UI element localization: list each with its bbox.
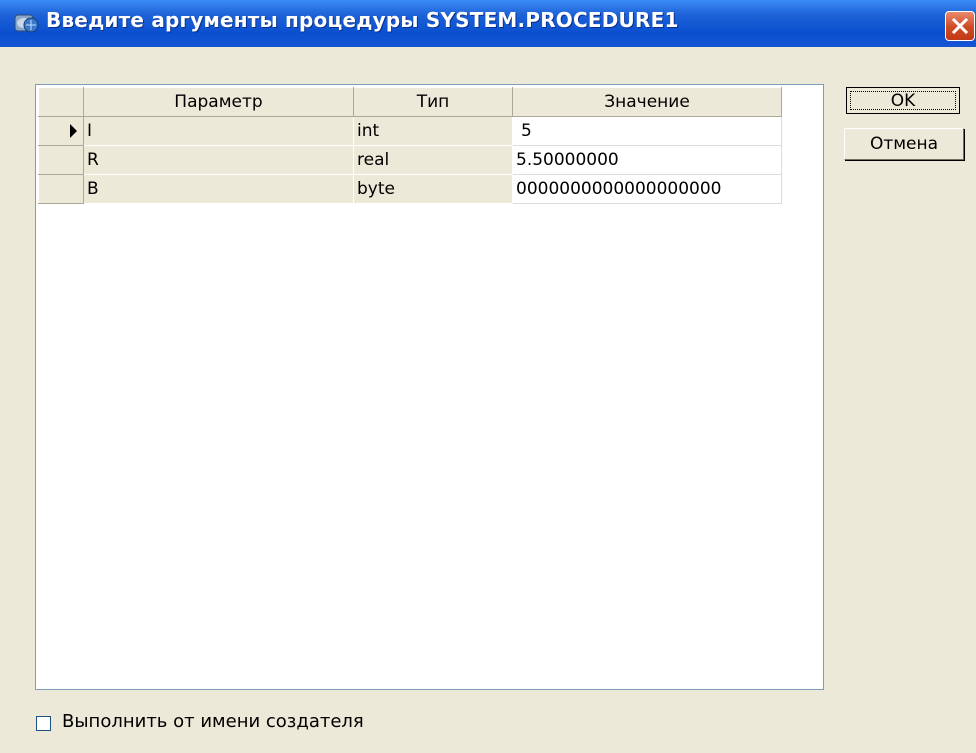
table-row[interactable]: B byte 0000000000000000000	[38, 174, 782, 204]
column-header-param[interactable]: Параметр	[83, 87, 354, 117]
value-cell[interactable]: 0000000000000000000	[512, 174, 782, 204]
cancel-button[interactable]: Отмена	[844, 128, 964, 160]
ok-button[interactable]: OK	[846, 87, 960, 114]
column-header-value[interactable]: Значение	[512, 87, 782, 117]
title-bar[interactable]: Введите аргументы процедуры SYSTEM.PROCE…	[0, 0, 976, 47]
table-row[interactable]: R real 5.50000000	[38, 145, 782, 175]
ok-focus-rect: OK	[850, 90, 956, 111]
type-cell: real	[353, 145, 513, 175]
value-cell[interactable]: 5	[512, 116, 782, 146]
type-cell: int	[353, 116, 513, 146]
param-cell: I	[83, 116, 354, 146]
row-indicator[interactable]	[38, 116, 84, 146]
window-title: Введите аргументы процедуры SYSTEM.PROCE…	[46, 8, 679, 32]
run-as-owner-label[interactable]: Выполнить от имени создателя	[62, 711, 364, 732]
table-row[interactable]: I int 5	[38, 116, 782, 146]
arguments-table: Параметр Тип Значение I int 5 R real 5.5…	[38, 87, 782, 204]
close-button[interactable]	[945, 11, 975, 41]
arguments-grid[interactable]: Параметр Тип Значение I int 5 R real 5.5…	[35, 84, 824, 690]
ok-label: OK	[890, 90, 916, 111]
param-cell: R	[83, 145, 354, 175]
type-cell: byte	[353, 174, 513, 204]
column-header-type[interactable]: Тип	[353, 87, 513, 117]
param-cell: B	[83, 174, 354, 204]
close-icon	[951, 17, 969, 35]
header-corner	[38, 87, 84, 117]
current-row-arrow-icon	[70, 124, 77, 138]
app-icon	[14, 14, 39, 33]
row-indicator[interactable]	[38, 145, 84, 175]
value-cell[interactable]: 5.50000000	[512, 145, 782, 175]
row-indicator[interactable]	[38, 174, 84, 204]
run-as-owner-checkbox[interactable]	[36, 716, 51, 731]
header-row: Параметр Тип Значение	[38, 87, 782, 117]
